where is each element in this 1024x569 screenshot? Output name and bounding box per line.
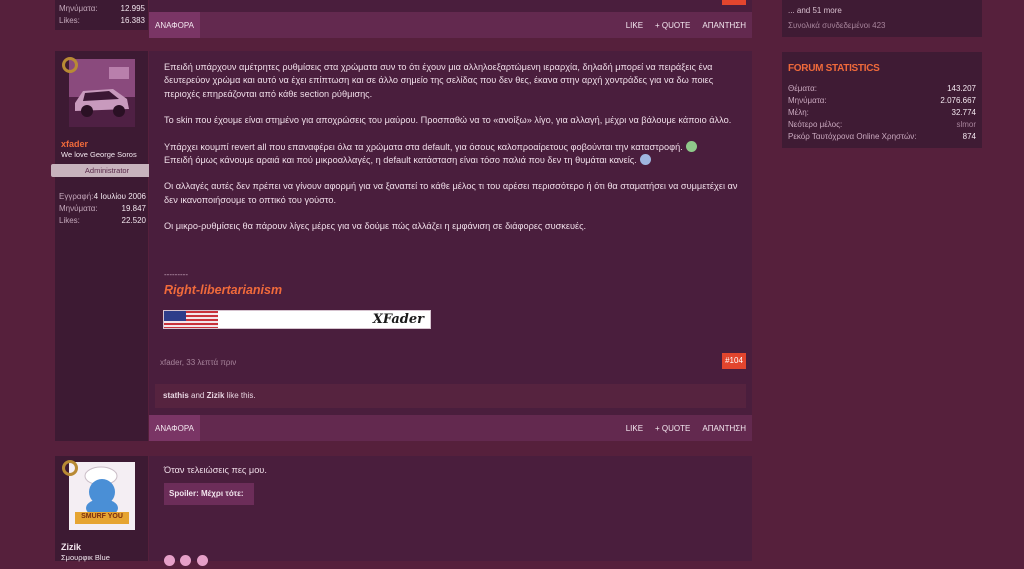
stat-row: Μηνύματα: 2.076.667 xyxy=(788,94,976,106)
user-stat-row: Likes: 16.383 xyxy=(59,14,145,26)
like-button[interactable]: LIKE xyxy=(626,424,643,433)
prev-post-action-bar: ΑΝΑΦΟΡΑ LIKE + QUOTE ΑΠΑΝΤΗΣΗ xyxy=(149,12,752,38)
online-status-ring-icon xyxy=(62,57,78,73)
username[interactable]: Zizik xyxy=(61,542,81,552)
role-badge: Administrator xyxy=(51,164,163,177)
reply-button[interactable]: ΑΠΑΝΤΗΣΗ xyxy=(702,21,746,30)
prev-post-number-badge[interactable] xyxy=(722,0,746,5)
stat-label: Νεότερο μέλος: xyxy=(788,119,843,129)
liker-link[interactable]: stathis xyxy=(163,391,189,400)
reply-button[interactable]: ΑΠΑΝΤΗΣΗ xyxy=(702,424,746,433)
stat-row: Θέματα: 143.207 xyxy=(788,82,976,94)
stat-value: 19.847 xyxy=(121,203,146,213)
user-stat-row: Μηνύματα: 12.995 xyxy=(59,2,145,14)
signature-divider: --------- xyxy=(164,270,188,279)
stat-label: Θέματα: xyxy=(788,83,817,93)
online-status-ring-icon xyxy=(62,460,78,476)
avatar-text: SMURF YOU xyxy=(81,513,123,520)
prev-post-user-column: Μηνύματα: 12.995 Likes: 16.383 xyxy=(55,0,148,30)
stat-row: Ρεκόρ Ταυτόχρονα Online Χρηστών: 874 xyxy=(788,130,976,142)
stat-value: 874 xyxy=(962,131,976,141)
user-stat-row: Μηνύματα: 19.847 xyxy=(59,202,146,214)
message-line: Υπάρχει κουμπί revert all που επαναφέρει… xyxy=(164,141,683,152)
like-button[interactable]: LIKE xyxy=(626,21,643,30)
user-column: xfader We love George Soros Administrato… xyxy=(51,51,163,441)
message-paragraph: Οι αλλαγές αυτές δεν πρέπει να γίνουν αφ… xyxy=(164,181,738,205)
online-total: Συνολικά συνδεδεμένοι 423 xyxy=(788,21,886,30)
user-avatar[interactable]: SMURF YOU xyxy=(62,460,135,530)
signature-banner[interactable]: XFader xyxy=(163,310,431,329)
stat-value: 32.774 xyxy=(951,107,976,117)
message-paragraph: Το skin που έχουμε είναι στημένο για απο… xyxy=(164,115,732,126)
stat-label: Μηνύματα: xyxy=(788,95,827,105)
stat-value: 2.076.667 xyxy=(940,95,976,105)
more-online-link[interactable]: ... and 51 more xyxy=(788,6,842,15)
user-title: We love George Soros xyxy=(61,150,137,159)
spoiler-label: Spoiler: Μέχρι τότε: xyxy=(169,489,244,498)
post-meta[interactable]: xfader, 33 λεπτά πριν xyxy=(160,358,236,367)
forum-statistics-block: FORUM STATISTICS Θέματα: 143.207 Μηνύματα… xyxy=(782,52,982,148)
user-stat-row: Εγγραφή: 4 Ιουλίου 2006 xyxy=(59,190,146,202)
stat-label: Ρεκόρ Ταυτόχρονα Online Χρηστών: xyxy=(788,131,917,141)
quote-button[interactable]: + QUOTE xyxy=(655,21,690,30)
stat-row: Μέλη: 32.774 xyxy=(788,106,976,118)
message-line: Επειδή όμως κάνουμε αραιά και πού μικροα… xyxy=(164,155,637,166)
stat-value: 143.207 xyxy=(947,83,976,93)
report-tab[interactable]: ΑΝΑΦΟΡΑ xyxy=(149,12,200,38)
stat-label: Μέλη: xyxy=(788,107,809,117)
smiley-row xyxy=(164,551,208,569)
user-stat-row: Likes: 22.520 xyxy=(59,214,146,226)
stat-label: Likes: xyxy=(59,215,80,225)
stat-label: Μηνύματα: xyxy=(59,3,98,13)
stat-value: 22.520 xyxy=(121,215,146,225)
quote-button[interactable]: + QUOTE xyxy=(655,424,690,433)
liker-link[interactable]: Zizik xyxy=(207,391,225,400)
post-message: Επειδή υπάρχουν αμέτρητες ρυθμίσεις στα … xyxy=(164,61,739,247)
cool-smiley-icon xyxy=(639,154,651,166)
stat-row: Νεότερο μέλος: slmor xyxy=(788,118,976,130)
message-paragraph: Υπάρχει κουμπί revert all που επαναφέρει… xyxy=(164,140,739,154)
stats-title: FORUM STATISTICS xyxy=(788,63,880,74)
prev-post-body xyxy=(149,0,752,12)
stat-value: 4 Ιουλίου 2006 xyxy=(93,191,146,201)
next-post-body: Όταν τελειώσεις πες μου. Spoiler: Μέχρι … xyxy=(149,456,752,566)
message-paragraph: Επειδή όμως κάνουμε αραιά και πού μικροα… xyxy=(164,154,739,167)
report-tab[interactable]: ΑΝΑΦΟΡΑ xyxy=(149,415,200,441)
grin-smiley-icon xyxy=(685,140,697,152)
post-action-bar: ΑΝΑΦΟΡΑ LIKE + QUOTE ΑΠΑΝΤΗΣΗ xyxy=(149,415,752,441)
post-number-badge[interactable]: #104 xyxy=(722,353,746,369)
stat-label: Εγγραφή: xyxy=(59,191,94,201)
likes-and: and xyxy=(191,391,205,400)
stat-label: Μηνύματα: xyxy=(59,203,98,213)
post-message: Όταν τελειώσεις πες μου. xyxy=(164,465,267,475)
stat-value: 12.995 xyxy=(120,3,145,13)
online-users-block: ... and 51 more Συνολικά συνδεδεμένοι 42… xyxy=(782,0,982,37)
next-user-column: SMURF YOU Zizik Σμουρφικ Blue xyxy=(55,456,148,562)
newest-member-link[interactable]: slmor xyxy=(956,120,976,129)
stat-value: 16.383 xyxy=(120,15,145,25)
post-body: Επειδή υπάρχουν αμέτρητες ρυθμίσεις στα … xyxy=(149,51,752,415)
likes-suffix: like this. xyxy=(226,391,256,400)
message-paragraph: Επειδή υπάρχουν αμέτρητες ρυθμίσεις στα … xyxy=(164,62,714,99)
username[interactable]: xfader xyxy=(61,139,88,149)
message-paragraph: Οι μικρο-ρυθμίσεις θα πάρουν λίγες μέρες… xyxy=(164,221,587,232)
user-avatar[interactable] xyxy=(62,57,135,127)
flag-canton-icon xyxy=(164,311,186,321)
signature-banner-text: XFader xyxy=(372,312,424,327)
spoiler-button[interactable]: Spoiler: Μέχρι τότε: xyxy=(164,483,254,505)
stat-label: Likes: xyxy=(59,15,80,25)
car-avatar-image xyxy=(69,59,135,127)
signature-title[interactable]: Right-libertarianism xyxy=(164,283,282,297)
likes-summary: stathis and Zizik like this. xyxy=(155,384,746,408)
